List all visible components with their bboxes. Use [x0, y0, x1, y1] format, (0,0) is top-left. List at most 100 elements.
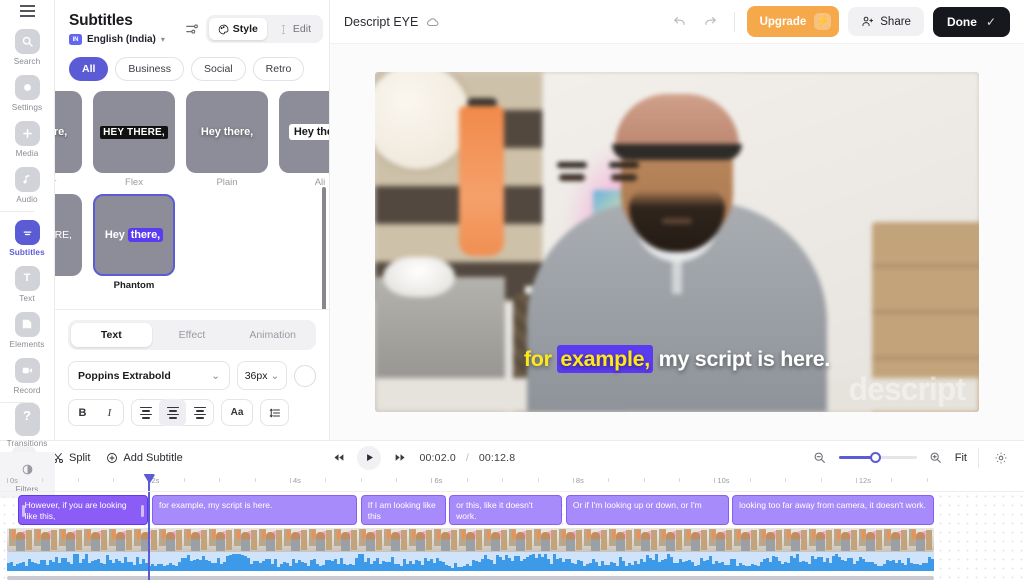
- playhead[interactable]: [148, 492, 150, 580]
- clip-handle-right[interactable]: [141, 505, 145, 517]
- zoom-slider[interactable]: [838, 452, 917, 463]
- sidebar-item-label: Record: [13, 385, 41, 395]
- zoom-slider-knob[interactable]: [869, 452, 881, 463]
- style-card-thumb[interactable]: Hey there,: [279, 91, 329, 173]
- style-card-karl[interactable]: HEY THERE, Karl: [55, 194, 82, 291]
- filmstrip-frame: [457, 528, 482, 552]
- tab-style[interactable]: Style: [208, 18, 267, 40]
- clip-handle-left[interactable]: [21, 505, 25, 517]
- sidebar-item-settings[interactable]: Settings: [0, 70, 55, 116]
- bold-button[interactable]: B: [69, 399, 96, 426]
- style-card-thumb[interactable]: HEY THERE,: [93, 91, 175, 173]
- video-preview[interactable]: descript for example, my script is here.: [375, 72, 979, 412]
- subtitle-clip[interactable]: or this, like it doesn't work.: [449, 495, 563, 525]
- style-toggle-group: B I: [68, 399, 124, 426]
- skip-forward-icon: [395, 454, 405, 461]
- ruler-tick: [608, 478, 610, 482]
- inspector-tab-effect[interactable]: Effect: [152, 323, 233, 347]
- timeline-settings-button[interactable]: [990, 447, 1012, 469]
- tab-edit[interactable]: Edit: [269, 18, 320, 40]
- subtitle-clip[interactable]: for example, my script is here.: [152, 495, 358, 525]
- person-cap-brim: [612, 144, 742, 160]
- skip-back-button[interactable]: [329, 449, 347, 467]
- font-family-select[interactable]: Poppins Extrabold ⌄: [68, 361, 230, 390]
- zoom-out-button[interactable]: [809, 447, 831, 469]
- timeline-horizontal-scrollbar[interactable]: [0, 576, 1024, 580]
- timeline-scrollbar-thumb[interactable]: [7, 576, 934, 580]
- style-card-sample: HEY THERE,: [55, 229, 72, 241]
- text-case-button[interactable]: Aa: [222, 399, 252, 426]
- playhead-handle[interactable]: [143, 474, 156, 491]
- audio-waveform-track[interactable]: [7, 552, 934, 571]
- panel-vertical-scrollbar[interactable]: [322, 187, 326, 309]
- filmstrip-frame: [132, 528, 157, 552]
- style-card-flex[interactable]: HEY THERE, Flex: [93, 91, 175, 188]
- subtitle-clip[interactable]: Or if I'm looking up or down, or I'm: [565, 495, 729, 525]
- style-card-thumb[interactable]: Hey there,: [93, 194, 175, 276]
- sidebar-item-text[interactable]: T Text: [0, 261, 55, 307]
- style-card-sample: Hey there,: [288, 124, 329, 140]
- subtitle-clip[interactable]: However, if you are looking like this,: [17, 495, 149, 525]
- caption-rest: my script is here.: [652, 346, 831, 371]
- timeline-ruler[interactable]: 0s 2s 4s 6s 8s 10s 12s: [0, 474, 1024, 492]
- subtitle-clip[interactable]: If I am looking like this: [360, 495, 446, 525]
- filter-pill-social[interactable]: Social: [191, 57, 246, 81]
- inspector-tab-text[interactable]: Text: [71, 323, 152, 347]
- language-selector[interactable]: IN English (India) ▾: [69, 34, 165, 45]
- style-card-label: Casper: [55, 177, 82, 188]
- ruler-label: 4s: [292, 476, 301, 485]
- subtitle-clip[interactable]: looking too far away from camera, it doe…: [732, 495, 934, 525]
- style-card-plain[interactable]: Hey there, Plain: [186, 91, 268, 188]
- tab-style-label: Style: [232, 23, 258, 35]
- watermark: descript: [848, 371, 966, 407]
- sidebar-item-elements[interactable]: Elements: [0, 307, 55, 353]
- elements-shape-icon: [14, 311, 40, 337]
- filter-pill-all[interactable]: All: [69, 57, 109, 81]
- subtitle-overlay[interactable]: for example, my script is here.: [375, 344, 979, 373]
- align-right-button[interactable]: [186, 399, 213, 426]
- play-button[interactable]: [357, 445, 382, 470]
- hamburger-icon[interactable]: [14, 10, 40, 12]
- style-card-thumb[interactable]: HEY THERE,: [55, 194, 82, 276]
- filmstrip-frame: [207, 528, 232, 552]
- sidebar-item-search[interactable]: Search: [0, 24, 55, 70]
- line-height-button[interactable]: [261, 399, 288, 426]
- style-card-casper[interactable]: Hey there, Casper: [55, 91, 82, 188]
- align-left-button[interactable]: [132, 399, 159, 426]
- upgrade-button[interactable]: Upgrade ⚡: [746, 6, 840, 37]
- add-subtitle-button[interactable]: Add Subtitle: [106, 452, 183, 464]
- video-filmstrip-track[interactable]: [7, 528, 934, 552]
- inspector-tab-animation[interactable]: Animation: [232, 323, 313, 347]
- style-card-thumb[interactable]: Hey there,: [55, 91, 82, 173]
- filter-pill-business[interactable]: Business: [115, 57, 185, 81]
- sidebar-item-media[interactable]: Media: [0, 116, 55, 162]
- project-title[interactable]: Descript EYE: [344, 15, 418, 29]
- sidebar-item-audio[interactable]: Audio: [0, 162, 55, 208]
- check-icon: ✓: [985, 14, 996, 29]
- style-card-thumb[interactable]: Hey there,: [186, 91, 268, 173]
- text-color-swatch[interactable]: [294, 364, 316, 387]
- undo-button[interactable]: [669, 11, 691, 33]
- redo-button[interactable]: [700, 11, 722, 33]
- ruler-label: 8s: [575, 476, 584, 485]
- sliders-icon[interactable]: [184, 21, 200, 37]
- done-button[interactable]: Done ✓: [932, 6, 1010, 37]
- italic-button[interactable]: I: [96, 399, 123, 426]
- language-label: English (India): [87, 34, 156, 45]
- style-card-phantom[interactable]: Hey there, Phantom: [93, 194, 175, 291]
- ruler-label: 0s: [10, 476, 18, 485]
- help-button[interactable]: ?: [0, 398, 55, 432]
- skip-forward-button[interactable]: [391, 449, 409, 467]
- sidebar-item-record[interactable]: Record: [0, 353, 55, 399]
- style-card-ali[interactable]: Hey there, Ali: [279, 91, 329, 188]
- sidebar-item-subtitles[interactable]: Subtitles: [0, 215, 55, 261]
- share-button[interactable]: Share: [848, 7, 924, 36]
- filmstrip-frame: [882, 528, 907, 552]
- align-center-button[interactable]: [159, 399, 186, 426]
- split-button[interactable]: Split: [52, 452, 90, 464]
- redo-arrow-icon: [705, 17, 717, 25]
- filter-pill-retro[interactable]: Retro: [252, 57, 305, 81]
- zoom-in-button[interactable]: [925, 447, 947, 469]
- fit-button[interactable]: Fit: [955, 452, 967, 464]
- font-size-select[interactable]: 36px ⌄: [237, 361, 287, 390]
